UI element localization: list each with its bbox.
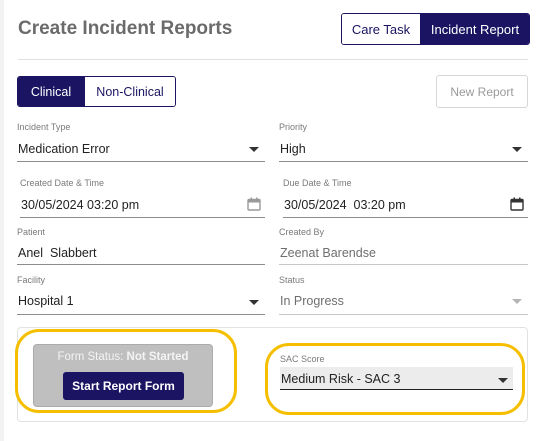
form-status-prefix: Form Status: — [57, 351, 124, 363]
due-datetime-value: 30/05/2024 03:20 pm — [284, 198, 406, 212]
due-datetime-underline — [283, 217, 528, 218]
new-report-button[interactable]: New Report — [436, 75, 528, 108]
tab-clinical[interactable]: Clinical — [18, 77, 84, 106]
tab-incident-report[interactable]: Incident Report — [421, 14, 529, 44]
form-status-text: Form Status: Not Started — [34, 351, 212, 363]
facility-select[interactable]: Facility Hospital 1 — [17, 275, 265, 315]
incident-type-underline — [17, 161, 265, 162]
category-toggle: Clinical Non-Clinical — [17, 76, 176, 107]
sac-score-label: SAC Score — [280, 354, 325, 364]
tab-care-task[interactable]: Care Task — [342, 14, 421, 44]
form-status-box: Form Status: Not Started Start Report Fo… — [33, 344, 213, 407]
incident-type-label: Incident Type — [17, 122, 71, 132]
created-by-label: Created By — [279, 227, 325, 237]
chevron-down-icon — [249, 300, 259, 305]
incident-type-value: Medication Error — [18, 142, 110, 156]
created-datetime-value: 30/05/2024 03:20 pm — [21, 198, 140, 212]
created-datetime-label: Created Date & Time — [20, 178, 105, 188]
priority-value: High — [280, 142, 306, 156]
status-label: Status — [279, 275, 305, 285]
facility-label: Facility — [17, 275, 46, 285]
incident-report-panel: Create Incident Reports Care Task Incide… — [0, 0, 540, 441]
chevron-down-icon — [512, 147, 522, 152]
facility-value: Hospital 1 — [18, 294, 74, 308]
tab-non-clinical[interactable]: Non-Clinical — [84, 77, 175, 106]
due-datetime-label: Due Date & Time — [283, 178, 352, 188]
created-datetime-field[interactable]: Created Date & Time 30/05/2024 03:20 pm — [20, 178, 265, 218]
due-datetime-field[interactable]: Due Date & Time 30/05/2024 03:20 pm — [283, 178, 528, 218]
status-underline — [279, 314, 528, 315]
start-report-form-button[interactable]: Start Report Form — [63, 372, 184, 400]
calendar-icon[interactable] — [510, 197, 524, 211]
priority-underline — [279, 161, 528, 162]
chevron-down-icon — [512, 299, 522, 304]
incident-type-select[interactable]: Incident Type Medication Error — [17, 122, 265, 162]
chevron-down-icon — [249, 147, 259, 152]
sac-score-select[interactable]: SAC Score Medium Risk - SAC 3 — [280, 354, 513, 394]
patient-field[interactable]: Patient Anel Slabbert — [17, 227, 265, 265]
patient-label: Patient — [17, 227, 46, 237]
patient-value: Anel Slabbert — [18, 246, 97, 260]
report-type-toggle: Care Task Incident Report — [341, 13, 530, 45]
sac-score-value: Medium Risk - SAC 3 — [281, 372, 401, 386]
status-select: Status In Progress — [279, 275, 528, 315]
status-value: In Progress — [280, 294, 344, 308]
created-by-underline — [279, 264, 528, 265]
patient-underline — [17, 264, 265, 265]
created-by-value: Zeenat Barendse — [280, 246, 376, 260]
calendar-icon[interactable] — [247, 197, 261, 211]
left-edge — [0, 0, 4, 441]
priority-select[interactable]: Priority High — [279, 122, 528, 162]
header-divider — [18, 59, 528, 60]
facility-underline — [17, 314, 265, 315]
priority-label: Priority — [279, 122, 308, 132]
chevron-down-icon — [498, 378, 508, 383]
created-by-field: Created By Zeenat Barendse — [279, 227, 528, 265]
form-status-value: Not Started — [126, 351, 189, 363]
created-datetime-underline — [20, 217, 265, 218]
page-title: Create Incident Reports — [18, 18, 233, 39]
